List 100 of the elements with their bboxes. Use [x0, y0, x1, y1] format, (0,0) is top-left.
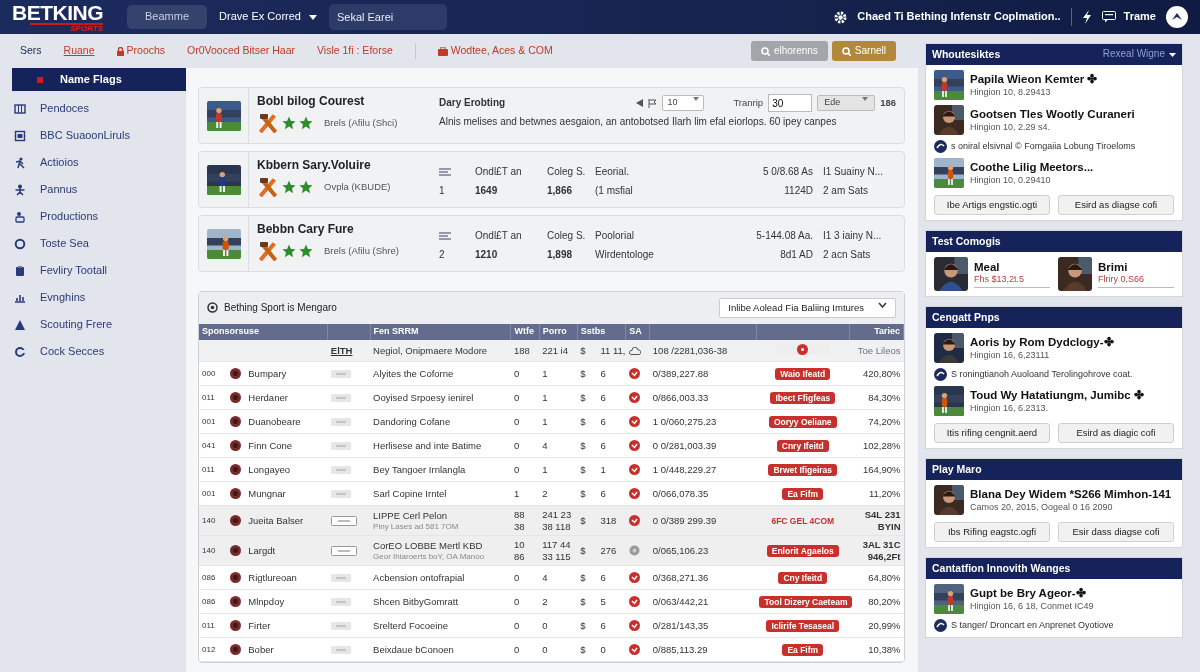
person-icon: [14, 183, 26, 196]
select-field[interactable]: Ede: [817, 95, 876, 111]
person-amount: Flriry 0,S66: [1098, 274, 1174, 289]
entry-meta: Hingion 16, 6.2313.: [970, 402, 1050, 415]
table-cell: Firter: [245, 613, 328, 638]
menu-button[interactable]: Beamme: [127, 5, 208, 29]
table-cell: Beixdaue bConoen: [370, 637, 511, 662]
filter-dropdown[interactable]: Inlibe Aolead Fia Baliing Imtures: [719, 298, 896, 318]
chevron-icon: [878, 302, 887, 308]
nav-link[interactable]: Visle 1fi : Eforse: [317, 44, 393, 58]
table-cell: $: [577, 385, 598, 410]
sidebar-item[interactable]: Evnghins: [0, 284, 186, 311]
panel-button[interactable]: Esird as diagic cofi: [1058, 423, 1174, 444]
chat-icon[interactable]: [1101, 11, 1116, 23]
table-cell: 4: [539, 433, 578, 458]
panel-button[interactable]: Ibe Artigs engstic.ogti: [934, 195, 1050, 215]
star-icon: [299, 180, 313, 194]
logo-subtitle: SPORTS: [30, 22, 103, 33]
dropdown[interactable]: Drave Ex Corred: [219, 10, 317, 24]
panel-button[interactable]: Ibs Rifing eagstc.ogfi: [934, 522, 1050, 543]
table-cell: 221 i4: [539, 339, 578, 362]
nav-link[interactable]: Wodtee, Aces & COM: [437, 44, 553, 58]
sidebar-item[interactable]: Pendoces: [0, 95, 186, 122]
stat-value: (1 msfial: [595, 184, 634, 197]
nav-link[interactable]: Sers: [20, 44, 42, 58]
sidebar-item[interactable]: Scouting Frere: [0, 311, 186, 338]
crossed-tools-icon: [257, 177, 279, 197]
people-icon: [14, 210, 26, 223]
table-cell: 0: [510, 637, 540, 662]
entry-title: Coothe Lilig Meetors...: [970, 160, 1094, 175]
check-circle-icon: [628, 416, 640, 428]
table-cell: Shcen BitbyGomratt: [370, 589, 511, 614]
nav-link[interactable]: Or0Vooced Bitser Haar: [187, 44, 296, 58]
table-cell: 6: [597, 361, 626, 386]
nav-link[interactable]: Proochs: [116, 44, 166, 58]
stat-value: 1124D: [783, 184, 814, 197]
table-cell: Herdaner: [245, 385, 328, 410]
table-cell: 000: [199, 361, 228, 386]
card-subtitle: Brels (Afilu (Shre): [324, 245, 399, 257]
search-field[interactable]: Sekal Earei: [328, 4, 447, 30]
avatar-icon: [230, 515, 242, 527]
card-subtitle: Brels (Afilu (Shci): [324, 117, 398, 129]
table-cell: 2: [539, 589, 578, 614]
panel-button[interactable]: Esir dass diagse cofi: [1058, 522, 1174, 543]
table-cell: 0: [510, 385, 540, 410]
panel-link[interactable]: Rexeal Wigne: [1102, 48, 1176, 61]
table-cell: 6: [597, 409, 626, 434]
select-field[interactable]: 10: [662, 95, 705, 111]
avatar-icon: [230, 644, 242, 656]
table-cell: 0/066,078.35: [649, 481, 757, 506]
bolt-icon[interactable]: [1081, 10, 1092, 24]
table-cell: $: [577, 481, 598, 506]
entry-meta: Hingion 10, 2.29 s4.: [970, 121, 1052, 133]
avatar-icon: [230, 572, 242, 584]
sidebar-item[interactable]: Toste Sea: [0, 230, 186, 257]
panel-button[interactable]: Esird as diagse cofi: [1058, 195, 1174, 215]
nav-link[interactable]: Ruane: [63, 44, 95, 58]
sidebar-item[interactable]: Actioios: [0, 149, 186, 176]
tag-icon: [330, 545, 357, 556]
target-icon: [207, 302, 218, 314]
entry-meta: Hingion 10, 8.29413: [970, 86, 1052, 98]
table-cell: Negiol, Onipmaere Modore: [370, 339, 511, 362]
sidebar-item[interactable]: Cock Secces: [0, 338, 186, 365]
sidebar-item[interactable]: Name Flags: [12, 68, 186, 91]
sidebar-item[interactable]: Pannus: [0, 176, 186, 203]
user-name[interactable]: Trame: [1123, 10, 1156, 24]
card-subtitle: Ovpla (KBUDE): [324, 181, 391, 193]
stat-value: 8d1 AD: [779, 248, 814, 261]
avatar-icon: [230, 392, 242, 404]
input-field[interactable]: 30: [768, 94, 813, 112]
status-badge: Iclirife Tesaseal: [766, 619, 840, 632]
panel-title: Cantatfion Innovith Wanges: [932, 562, 1071, 576]
person-amount: Fhs $13,2t.5: [974, 274, 1050, 289]
dot-icon: [628, 545, 640, 557]
table-cell: 0/389,227.88: [649, 361, 757, 386]
table-cell: Herlisese and inte Batime: [370, 433, 511, 458]
table-cell: 1: [597, 457, 626, 482]
bag-icon: [437, 46, 448, 56]
card-title: Kbbern Sary.Voluire: [257, 158, 372, 173]
table-cell: 1: [539, 457, 578, 482]
entry-meta: Hingion 16, 6 18, Conmet IC49: [970, 600, 1094, 613]
table-cell: Bey Tangoer Irnlangla: [370, 457, 511, 482]
panel-button[interactable]: Itis rifing cengnit.aerd: [934, 423, 1050, 444]
avatar-icon[interactable]: [1166, 6, 1188, 28]
stat-label: I1 Suainy N...: [823, 166, 885, 179]
tag-icon: [330, 417, 351, 426]
stat-value: 2 acn Sats: [823, 248, 872, 261]
card-title: Bebbn Cary Fure: [257, 222, 355, 237]
sidebar-item[interactable]: Productions: [0, 203, 186, 230]
table-cell: Mungnar: [245, 481, 328, 506]
sidebar-item[interactable]: BBC SuaoonLiruls: [0, 122, 186, 149]
tag-icon: [330, 369, 351, 378]
avatar-icon: [230, 440, 242, 452]
table-cell: 1: [539, 361, 578, 386]
sidebar-item[interactable]: Fevliry Tootall: [0, 257, 186, 284]
table-cell-text: 33 115: [542, 550, 572, 563]
status-badge: Ea Fifm: [782, 487, 824, 500]
table-cell: Rigtlureoan: [245, 565, 328, 590]
runner-icon: [14, 156, 26, 169]
status-badge: Cnry Ifeitd: [776, 439, 829, 452]
